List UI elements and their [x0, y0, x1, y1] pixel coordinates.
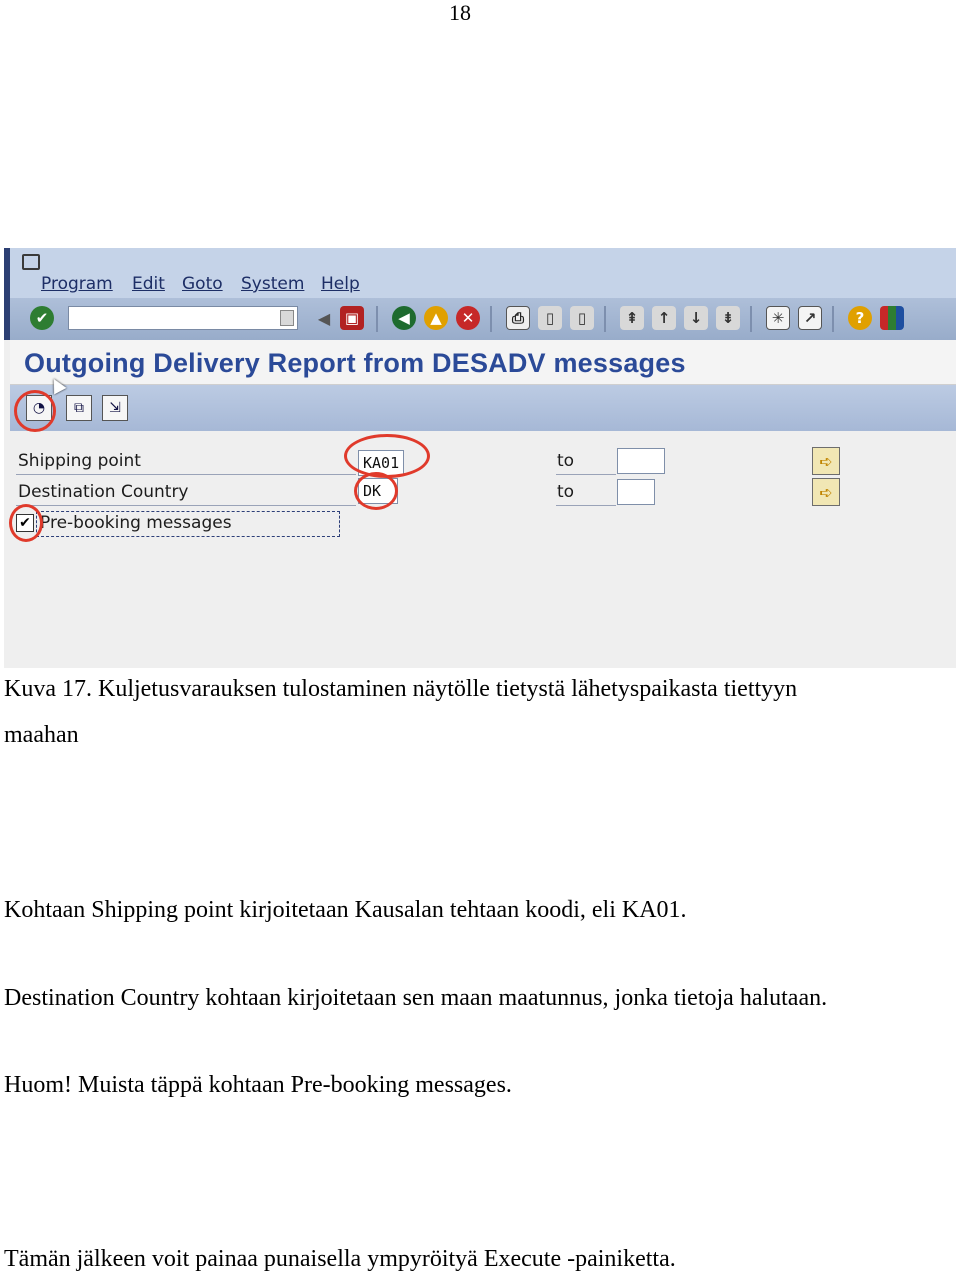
- shipping-point-highlight-circle: [344, 434, 430, 478]
- field-underline: [556, 474, 616, 475]
- application-toolbar: ◔ ⧉ ⇲: [10, 385, 956, 431]
- field-underline: [556, 505, 616, 506]
- shipping-point-to-input[interactable]: [617, 448, 665, 474]
- get-variant-icon[interactable]: ⧉: [66, 395, 92, 421]
- menu-program[interactable]: Program: [41, 274, 113, 294]
- exit-icon[interactable]: ▲: [424, 306, 448, 330]
- find-icon[interactable]: ▯: [538, 306, 562, 330]
- new-session-icon[interactable]: ✳: [766, 306, 790, 330]
- destination-country-to-label: to: [557, 482, 575, 502]
- back-icon[interactable]: ◀: [392, 306, 416, 330]
- standard-toolbar: ✔ ◀ ▣ ◀ ▲ ✕ ⎙ ▯ ▯ ⇞ ↑ ↓ ⇟ ✳ ↗ ?: [10, 298, 956, 341]
- field-underline: [16, 505, 356, 506]
- first-page-icon[interactable]: ⇞: [620, 306, 644, 330]
- menu-help[interactable]: Help: [321, 274, 360, 294]
- layout-settings-icon[interactable]: [880, 306, 904, 330]
- shortcut-icon[interactable]: ↗: [798, 306, 822, 330]
- menu-bar: Program Edit Goto System Help: [10, 248, 956, 298]
- field-underline: [16, 474, 356, 475]
- destination-country-label: Destination Country: [18, 482, 189, 502]
- separator: [832, 306, 834, 332]
- previous-page-icon[interactable]: ↑: [652, 306, 676, 330]
- paragraph-prebooking-note: Huom! Muista täppä kohtaan Pre-booking m…: [4, 1072, 512, 1098]
- menu-goto[interactable]: Goto: [182, 274, 223, 294]
- menu-edit[interactable]: Edit: [132, 274, 165, 294]
- selection-options-icon[interactable]: ⇲: [102, 395, 128, 421]
- find-next-icon[interactable]: ▯: [570, 306, 594, 330]
- destination-country-multiple-selection-icon[interactable]: ➪: [812, 478, 840, 506]
- cancel-icon[interactable]: ✕: [456, 306, 480, 330]
- last-page-icon[interactable]: ⇟: [716, 306, 740, 330]
- paragraph-execute: Tämän jälkeen voit painaa punaisella ymp…: [4, 1246, 676, 1272]
- prebooking-highlight-circle: [9, 504, 43, 542]
- enter-checkmark-icon[interactable]: ✔: [30, 306, 54, 330]
- sap-screenshot: Program Edit Goto System Help ✔ ◀ ▣ ◀ ▲ …: [4, 248, 956, 668]
- command-history-icon[interactable]: [280, 310, 294, 326]
- separator: [490, 306, 492, 332]
- help-icon[interactable]: ?: [848, 306, 872, 330]
- menu-system[interactable]: System: [241, 274, 304, 294]
- next-page-icon[interactable]: ↓: [684, 306, 708, 330]
- shipping-point-to-label: to: [557, 451, 575, 471]
- print-icon[interactable]: ⎙: [506, 306, 530, 330]
- collapse-arrow-icon[interactable]: ◀: [312, 306, 336, 330]
- prebooking-label[interactable]: Pre-booking messages: [40, 513, 232, 533]
- shipping-point-label: Shipping point: [18, 451, 141, 471]
- command-field[interactable]: [68, 306, 298, 330]
- destination-country-highlight-circle: [354, 472, 398, 510]
- separator: [604, 306, 606, 332]
- page-title: Outgoing Delivery Report from DESADV mes…: [24, 348, 686, 378]
- title-bar: Outgoing Delivery Report from DESADV mes…: [10, 340, 956, 385]
- figure-caption-continued: maahan: [4, 722, 79, 748]
- destination-country-to-input[interactable]: [617, 479, 655, 505]
- window-menu-icon[interactable]: [22, 254, 40, 270]
- execute-highlight-circle: [14, 390, 56, 432]
- page-number: 18: [449, 0, 471, 25]
- paragraph-shipping-point: Kohtaan Shipping point kirjoitetaan Kaus…: [4, 897, 687, 923]
- separator: [376, 306, 378, 332]
- shipping-point-multiple-selection-icon[interactable]: ➪: [812, 447, 840, 475]
- separator: [750, 306, 752, 332]
- save-icon[interactable]: ▣: [340, 306, 364, 330]
- paragraph-destination-country: Destination Country kohtaan kirjoitetaan…: [4, 985, 828, 1011]
- figure-caption: Kuva 17. Kuljetusvarauksen tulostaminen …: [4, 676, 798, 702]
